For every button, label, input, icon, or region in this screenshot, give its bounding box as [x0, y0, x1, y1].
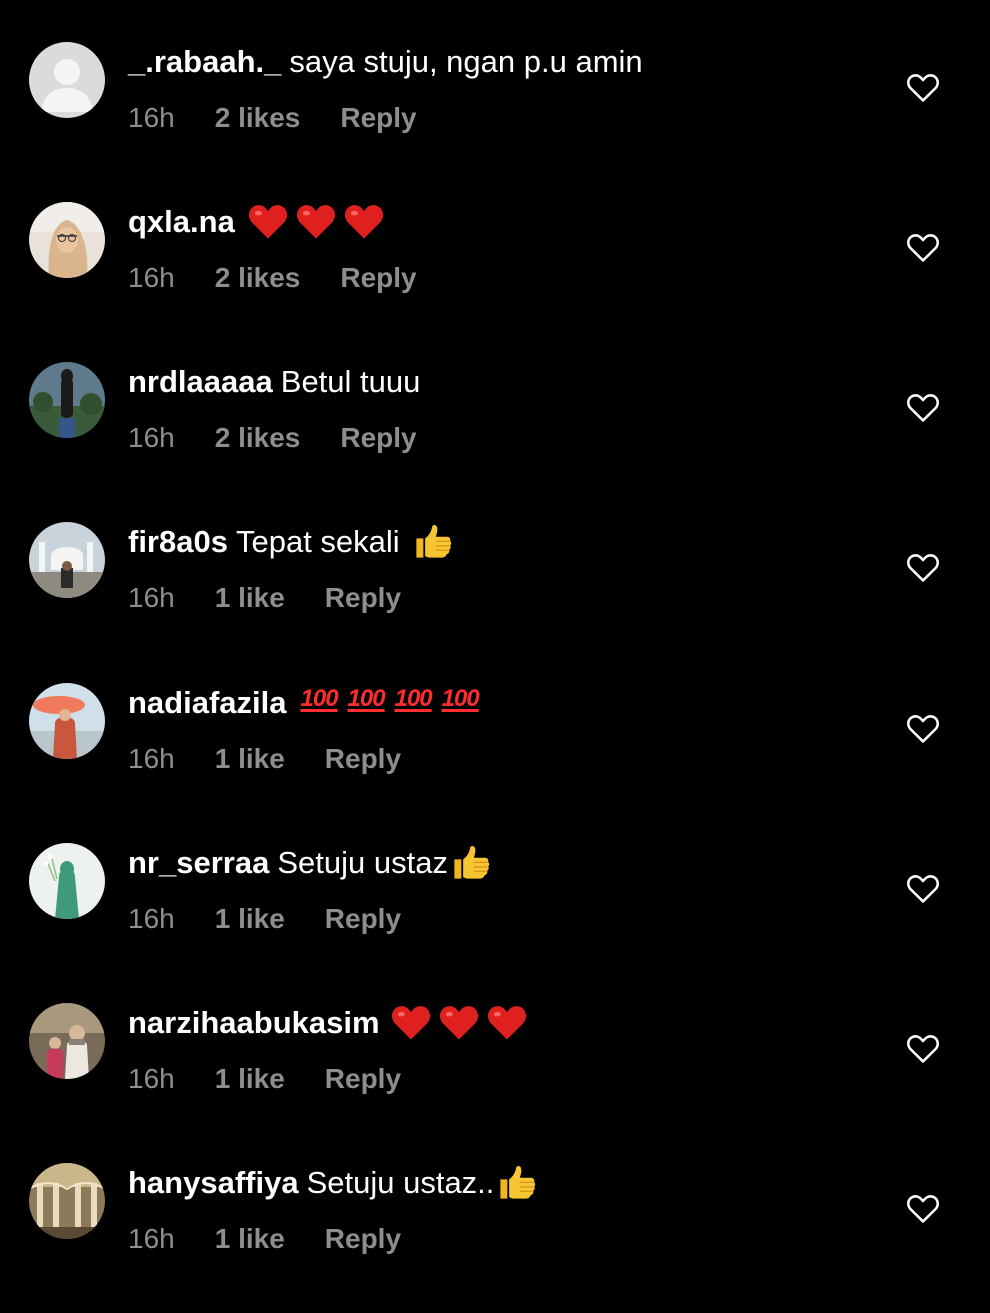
comment-line: hanysaffiya Setuju ustaz..	[128, 1163, 538, 1203]
comment-text: Tepat sekali	[235, 524, 400, 559]
red-heart-icon	[438, 1002, 480, 1042]
avatar[interactable]	[29, 202, 105, 278]
comment-item: nadiafazila 100 100 100 100 16h 1 like Reply	[0, 683, 990, 833]
comment-meta: 16h 1 like Reply	[128, 739, 401, 779]
red-heart-icon	[247, 201, 289, 241]
comment-line: fir8a0s Tepat sekali	[128, 522, 454, 562]
comment-text: Betul tuuu	[280, 364, 421, 399]
comment-item: _.rabaah._ saya stuju, ngan p.u amin 16h 2…	[0, 42, 990, 192]
username[interactable]: hanysaffiya	[128, 1165, 299, 1200]
heart-icon[interactable]	[904, 1029, 942, 1067]
heart-icon[interactable]	[904, 228, 942, 266]
comment-list: _.rabaah._ saya stuju, ngan p.u amin 16h 2…	[0, 0, 990, 1280]
thumbs-up-icon	[496, 1161, 538, 1203]
hundred-points-icon: 100	[347, 684, 386, 712]
heart-icon[interactable]	[904, 388, 942, 426]
comment-item: fir8a0s Tepat sekali 16h 1 like Reply	[0, 522, 990, 672]
heart-icon[interactable]	[904, 709, 942, 747]
likes-count[interactable]: 2 likes	[215, 258, 301, 298]
username[interactable]: qxla.na	[128, 204, 235, 239]
reply-button[interactable]: Reply	[340, 418, 416, 458]
username[interactable]: nrdlaaaaa	[128, 364, 273, 399]
comment-line: nrdlaaaaa Betul tuuu	[128, 362, 420, 402]
comment-line: narzihaabukasim	[128, 1003, 528, 1043]
comment-meta: 16h 2 likes Reply	[128, 258, 417, 298]
username[interactable]: _.rabaah._	[128, 44, 281, 79]
red-heart-icon	[486, 1002, 528, 1042]
comment-meta: 16h 1 like Reply	[128, 578, 401, 618]
likes-count[interactable]: 1 like	[215, 739, 285, 779]
username[interactable]: fir8a0s	[128, 524, 228, 559]
comment-item: qxla.na 16h 2 likes Reply	[0, 202, 990, 352]
timestamp: 16h	[128, 1063, 175, 1094]
comment-text: Setuju ustaz..	[306, 1165, 495, 1200]
likes-count[interactable]: 1 like	[215, 899, 285, 939]
timestamp: 16h	[128, 262, 175, 293]
reply-button[interactable]: Reply	[325, 899, 401, 939]
username[interactable]: nr_serraa	[128, 845, 269, 880]
reply-button[interactable]: Reply	[340, 258, 416, 298]
timestamp: 16h	[128, 903, 175, 934]
reply-button[interactable]: Reply	[325, 578, 401, 618]
heart-icon[interactable]	[904, 548, 942, 586]
heart-icon[interactable]	[904, 1189, 942, 1227]
timestamp: 16h	[128, 743, 175, 774]
avatar[interactable]	[29, 522, 105, 598]
hundred-points-icon: 100	[300, 684, 339, 712]
avatar[interactable]	[29, 1163, 105, 1239]
comment-line: nr_serraa Setuju ustaz	[128, 843, 492, 883]
timestamp: 16h	[128, 102, 175, 133]
red-heart-icon	[343, 201, 385, 241]
likes-count[interactable]: 2 likes	[215, 98, 301, 138]
timestamp: 16h	[128, 422, 175, 453]
timestamp: 16h	[128, 582, 175, 613]
comment-meta: 16h 2 likes Reply	[128, 98, 417, 138]
comment-item: nr_serraa Setuju ustaz 16h 1 like Reply	[0, 843, 990, 993]
reply-button[interactable]: Reply	[325, 739, 401, 779]
likes-count[interactable]: 1 like	[215, 578, 285, 618]
comment-meta: 16h 1 like Reply	[128, 1219, 401, 1259]
comment-meta: 16h 1 like Reply	[128, 1059, 401, 1099]
comment-line: qxla.na	[128, 202, 385, 242]
likes-count[interactable]: 1 like	[215, 1219, 285, 1259]
avatar[interactable]	[29, 843, 105, 919]
comment-item: hanysaffiya Setuju ustaz.. 16h 1 like Reply	[0, 1163, 990, 1313]
comment-text: Setuju ustaz	[277, 845, 448, 880]
avatar[interactable]	[29, 683, 105, 759]
avatar[interactable]	[29, 1003, 105, 1079]
red-heart-icon	[295, 201, 337, 241]
reply-button[interactable]: Reply	[340, 98, 416, 138]
comment-item: nrdlaaaaa Betul tuuu 16h 2 likes Reply	[0, 362, 990, 512]
hundred-points-icon: 100	[394, 684, 433, 712]
likes-count[interactable]: 1 like	[215, 1059, 285, 1099]
username[interactable]: nadiafazila	[128, 685, 287, 720]
heart-icon[interactable]	[904, 869, 942, 907]
heart-icon[interactable]	[904, 68, 942, 106]
timestamp: 16h	[128, 1223, 175, 1254]
reply-button[interactable]: Reply	[325, 1219, 401, 1259]
thumbs-up-icon	[450, 841, 492, 883]
comment-line: _.rabaah._ saya stuju, ngan p.u amin	[128, 42, 643, 82]
hundred-points-icon: 100	[441, 684, 480, 712]
comment-meta: 16h 2 likes Reply	[128, 418, 417, 458]
thumbs-up-icon	[412, 520, 454, 562]
username[interactable]: narzihaabukasim	[128, 1005, 380, 1040]
comment-meta: 16h 1 like Reply	[128, 899, 401, 939]
avatar[interactable]	[29, 42, 105, 118]
comment-item: narzihaabukasim 16h 1 like Reply	[0, 1003, 990, 1153]
comment-line: nadiafazila 100 100 100 100	[128, 683, 480, 723]
red-heart-icon	[390, 1002, 432, 1042]
comment-text: saya stuju, ngan p.u amin	[289, 44, 643, 79]
likes-count[interactable]: 2 likes	[215, 418, 301, 458]
reply-button[interactable]: Reply	[325, 1059, 401, 1099]
avatar[interactable]	[29, 362, 105, 438]
